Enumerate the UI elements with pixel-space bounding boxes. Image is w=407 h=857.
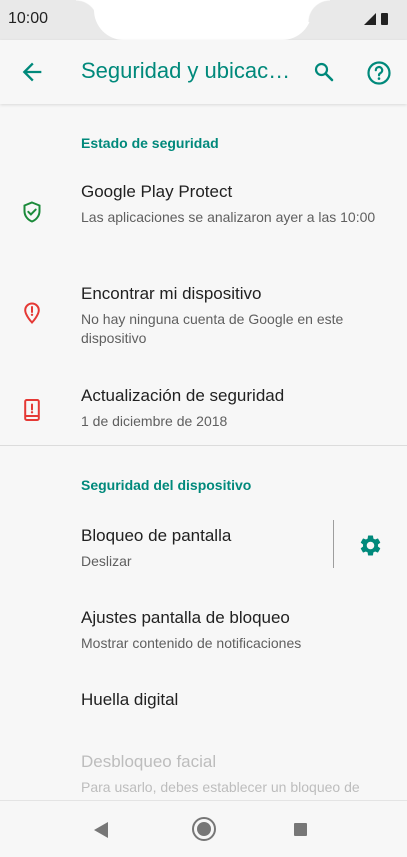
item-title: Actualización de seguridad bbox=[81, 386, 285, 405]
item-title: Encontrar mi dispositivo bbox=[81, 284, 262, 303]
item-subtitle: Mostrar contenido de notificaciones bbox=[81, 635, 302, 651]
camera-notch bbox=[94, 0, 312, 40]
circle-home-icon[interactable] bbox=[191, 816, 217, 842]
section-header-device-security: Seguridad del dispositivo bbox=[81, 477, 252, 493]
vertical-divider bbox=[333, 520, 334, 568]
item-title: Huella digital bbox=[81, 690, 179, 709]
item-title: Google Play Protect bbox=[81, 182, 233, 201]
item-title: Desbloqueo facial bbox=[81, 752, 217, 771]
square-recent-icon[interactable] bbox=[294, 823, 307, 836]
signal-battery-icon bbox=[364, 13, 388, 25]
status-bar: 10:00 bbox=[0, 0, 407, 40]
section-divider bbox=[0, 445, 407, 446]
status-time: 10:00 bbox=[8, 10, 49, 27]
search-icon[interactable] bbox=[312, 60, 336, 84]
app-bar: Seguridad y ubicación bbox=[0, 40, 407, 104]
settings-list: Estado de seguridad Google Play Protect … bbox=[0, 104, 407, 800]
location-alert-icon bbox=[24, 302, 40, 324]
list-item-face-unlock: Desbloqueo facial Para usarlo, debes est… bbox=[0, 748, 407, 800]
list-item-play-protect[interactable]: Google Play Protect Las aplicaciones se … bbox=[0, 178, 407, 246]
list-item-security-update[interactable]: Actualización de seguridad 1 de diciembr… bbox=[0, 382, 407, 432]
item-subtitle: Deslizar bbox=[81, 553, 132, 569]
gear-icon[interactable] bbox=[358, 533, 383, 558]
item-title: Bloqueo de pantalla bbox=[81, 526, 232, 545]
item-subtitle: No hay ninguna cuenta de Google en este … bbox=[81, 311, 344, 346]
item-subtitle: 1 de diciembre de 2018 bbox=[81, 413, 228, 429]
triangle-back-icon[interactable] bbox=[93, 821, 109, 839]
page-title: Seguridad y ubicación bbox=[81, 58, 295, 83]
list-item-screen-lock[interactable]: Bloqueo de pantalla Deslizar bbox=[0, 522, 407, 572]
list-item-find-device[interactable]: Encontrar mi dispositivo No hay ninguna … bbox=[0, 280, 407, 348]
item-subtitle: Para usarlo, debes establecer un bloqueo… bbox=[81, 779, 360, 800]
arrow-back-icon[interactable] bbox=[18, 58, 46, 86]
list-item-lock-screen-settings[interactable]: Ajustes pantalla de bloqueo Mostrar cont… bbox=[0, 604, 407, 654]
item-subtitle: Las aplicaciones se analizaron ayer a la… bbox=[81, 209, 376, 225]
shield-check-icon bbox=[23, 201, 41, 223]
notch-corner bbox=[308, 0, 330, 22]
section-header-security-status: Estado de seguridad bbox=[81, 135, 219, 151]
navigation-bar bbox=[0, 800, 407, 857]
phone-alert-icon bbox=[24, 399, 40, 421]
help-icon[interactable] bbox=[366, 60, 392, 86]
item-title: Ajustes pantalla de bloqueo bbox=[81, 608, 290, 627]
list-item-fingerprint[interactable]: Huella digital bbox=[0, 686, 407, 716]
